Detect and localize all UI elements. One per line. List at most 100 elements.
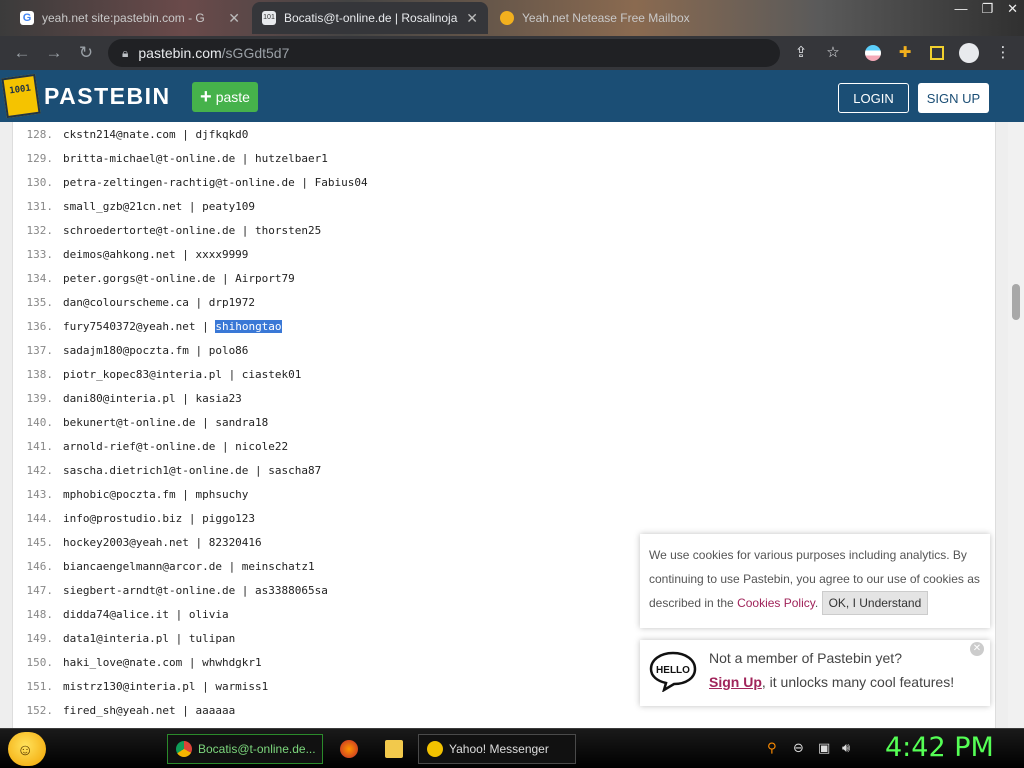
firefox-icon[interactable] xyxy=(340,740,358,758)
close-prompt-icon[interactable]: ✕ xyxy=(970,642,984,656)
tab-google-search[interactable]: G yeah.net site:pastebin.com - G ✕ xyxy=(10,2,250,34)
paste-line[interactable]: 134. peter.gorgs@t-online.de | Airport79 xyxy=(13,267,997,291)
paste-line[interactable]: 140. bekunert@t-online.de | sandra18 xyxy=(13,411,997,435)
flag-extension-icon[interactable] xyxy=(862,43,884,63)
tab-title: Yeah.net Netease Free Mailbox xyxy=(522,11,690,25)
extensions-puzzle-icon[interactable]: ✚ xyxy=(894,43,916,63)
line-number: 148. xyxy=(26,608,54,621)
scrollbar-thumb[interactable] xyxy=(1012,284,1020,320)
line-text: siegbert-arndt@t-online.de | as3388065sa xyxy=(63,579,328,603)
menu-kebab-icon[interactable]: ⋮ xyxy=(992,43,1014,63)
pastebin-logo-text[interactable]: PASTEBIN xyxy=(44,83,171,110)
paste-line[interactable]: 135. dan@colourscheme.ca | drp1972 xyxy=(13,291,997,315)
line-text: data1@interia.pl | tulipan xyxy=(63,627,235,651)
paste-line[interactable]: 129. britta-michael@t-online.de | hutzelb… xyxy=(13,147,997,171)
line-text: bekunert@t-online.de | sandra18 xyxy=(63,411,268,435)
cookies-policy-link[interactable]: Cookies Policy xyxy=(737,596,815,610)
member-signup-link[interactable]: Sign Up xyxy=(709,674,762,690)
cookie-notice: We use cookies for various purposes incl… xyxy=(640,534,990,628)
close-tab-icon[interactable]: ✕ xyxy=(228,10,240,27)
line-content: small_gzb@21cn.net | peaty109 xyxy=(63,200,256,213)
url-host: pastebin.com xyxy=(138,45,222,61)
paste-line[interactable]: 131. small_gzb@21cn.net | peaty109 xyxy=(13,195,997,219)
taskbar-clock[interactable]: 4:42 PM xyxy=(885,732,994,763)
line-content: mphobic@poczta.fm | mphsuchy xyxy=(63,488,249,501)
line-text: hockey2003@yeah.net | 82320416 xyxy=(63,531,262,555)
paste-line[interactable]: 132. schroedertorte@t-online.de | thorste… xyxy=(13,219,997,243)
plus-icon: + xyxy=(200,86,212,108)
selected-text[interactable]: shihongtao xyxy=(215,320,282,333)
folder-icon[interactable] xyxy=(385,740,403,758)
paste-line[interactable]: 138. piotr_kopec83@interia.pl | ciastek01 xyxy=(13,363,997,387)
paste-line[interactable]: 130. petra-zeltingen-rachtig@t-online.de … xyxy=(13,171,997,195)
line-content: sascha.dietrich1@t-online.de | sascha87 xyxy=(63,464,322,477)
line-number: 136. xyxy=(26,320,54,333)
reload-icon[interactable]: ↻ xyxy=(70,43,102,63)
paste-line[interactable]: 136. fury7540372@yeah.net | shihongtao xyxy=(13,315,997,339)
window-controls: — ❐ ✕ xyxy=(954,0,1018,18)
tab-pastebin[interactable]: 101 Bocatis@t-online.de | Rosalinojan ✕ xyxy=(252,2,488,34)
tab-yeah-net[interactable]: Yeah.net Netease Free Mailbox xyxy=(490,2,700,34)
close-window-icon[interactable]: ✕ xyxy=(1007,0,1018,18)
address-bar[interactable]: 🔒︎ pastebin.com/sGGdt5d7 xyxy=(108,39,780,67)
minimize-icon[interactable]: — xyxy=(954,0,967,18)
line-content: petra-zeltingen-rachtig@t-online.de | Fa… xyxy=(63,176,368,189)
taskbar-item-chrome[interactable]: Bocatis@t-online.de... xyxy=(167,734,323,764)
line-content: info@prostudio.biz | piggo123 xyxy=(63,512,256,525)
paste-line[interactable]: 141. arnold-rief@t-online.de | nicole22 xyxy=(13,435,997,459)
line-text: dani80@interia.pl | kasia23 xyxy=(63,387,242,411)
line-number: 144. xyxy=(26,512,54,525)
paste-code-view[interactable]: 128. ckstn214@nate.com | djfkqkd0 129. brit… xyxy=(12,122,996,728)
minus-circle-tray-icon[interactable]: ⊖ xyxy=(793,740,804,756)
paste-line[interactable]: 137. sadajm180@poczta.fm | polo86 xyxy=(13,339,997,363)
close-tab-icon[interactable]: ✕ xyxy=(466,10,478,27)
line-number: 137. xyxy=(26,344,54,357)
volume-tray-icon[interactable]: 🔊︎ xyxy=(842,740,850,756)
line-content: dan@colourscheme.ca | drp1972 xyxy=(63,296,256,309)
cookie-accept-button[interactable]: OK, I Understand xyxy=(821,591,929,615)
vertical-scrollbar[interactable] xyxy=(1008,122,1024,728)
bookmark-star-icon[interactable]: ☆ xyxy=(822,43,844,63)
cookie-text: . xyxy=(814,596,819,610)
new-paste-button[interactable]: + paste xyxy=(192,82,258,112)
paste-content-area: 128. ckstn214@nate.com | djfkqkd0 129. brit… xyxy=(0,122,1008,728)
start-button-smiley-icon[interactable]: ☺ xyxy=(8,732,46,766)
line-content: mistrz130@interia.pl | warmiss1 xyxy=(63,680,269,693)
line-content: hockey2003@yeah.net | 82320416 xyxy=(63,536,262,549)
line-content: sadajm180@poczta.fm | polo86 xyxy=(63,344,249,357)
forward-icon[interactable]: → xyxy=(38,43,70,63)
yahoo-messenger-icon xyxy=(427,741,443,757)
side-panel-icon[interactable] xyxy=(926,43,948,63)
taskbar-item-yahoo-messenger[interactable]: Yahoo! Messenger xyxy=(418,734,576,764)
network-tray-icon[interactable]: ▣ xyxy=(818,740,830,756)
signup-button[interactable]: SIGN UP xyxy=(918,83,989,113)
line-text: info@prostudio.biz | piggo123 xyxy=(63,507,255,531)
profile-avatar-icon[interactable] xyxy=(958,43,980,63)
maximize-icon[interactable]: ❐ xyxy=(981,0,993,18)
pastebin-favicon-icon: 101 xyxy=(262,11,276,25)
login-button[interactable]: LOGIN xyxy=(838,83,909,113)
line-number: 152. xyxy=(26,704,54,717)
os-taskbar: ☺ Bocatis@t-online.de... Yahoo! Messenge… xyxy=(0,728,1024,768)
member-question: Not a member of Pastebin yet? xyxy=(709,650,902,666)
line-text: mphobic@poczta.fm | mphsuchy xyxy=(63,483,248,507)
paste-line[interactable]: 143. mphobic@poczta.fm | mphsuchy xyxy=(13,483,997,507)
paste-line[interactable]: 139. dani80@interia.pl | kasia23 xyxy=(13,387,997,411)
url-path: /sGGdt5d7 xyxy=(221,45,290,61)
search-tray-icon[interactable]: ⚲ xyxy=(767,740,777,756)
paste-line[interactable]: 144. info@prostudio.biz | piggo123 xyxy=(13,507,997,531)
cookie-text-line: described in the Cookies Policy. OK, I U… xyxy=(649,591,981,615)
paste-line[interactable]: 133. deimos@ahkong.net | xxxx9999 xyxy=(13,243,997,267)
pastebin-logo-icon[interactable]: 1001 xyxy=(1,73,41,119)
line-content: dani80@interia.pl | kasia23 xyxy=(63,392,242,405)
back-icon[interactable]: ← xyxy=(6,43,38,63)
cookie-text-line: We use cookies for various purposes incl… xyxy=(649,548,967,562)
lock-icon[interactable]: 🔒︎ xyxy=(122,46,128,61)
paste-line[interactable]: 142. sascha.dietrich1@t-online.de | sasch… xyxy=(13,459,997,483)
line-text: britta-michael@t-online.de | hutzelbaer1 xyxy=(63,147,328,171)
line-content: deimos@ahkong.net | xxxx9999 xyxy=(63,248,249,261)
share-icon[interactable]: ⇪ xyxy=(790,43,812,63)
paste-line[interactable]: 128. ckstn214@nate.com | djfkqkd0 xyxy=(13,123,997,147)
line-number: 130. xyxy=(26,176,54,189)
line-number: 133. xyxy=(26,248,54,261)
